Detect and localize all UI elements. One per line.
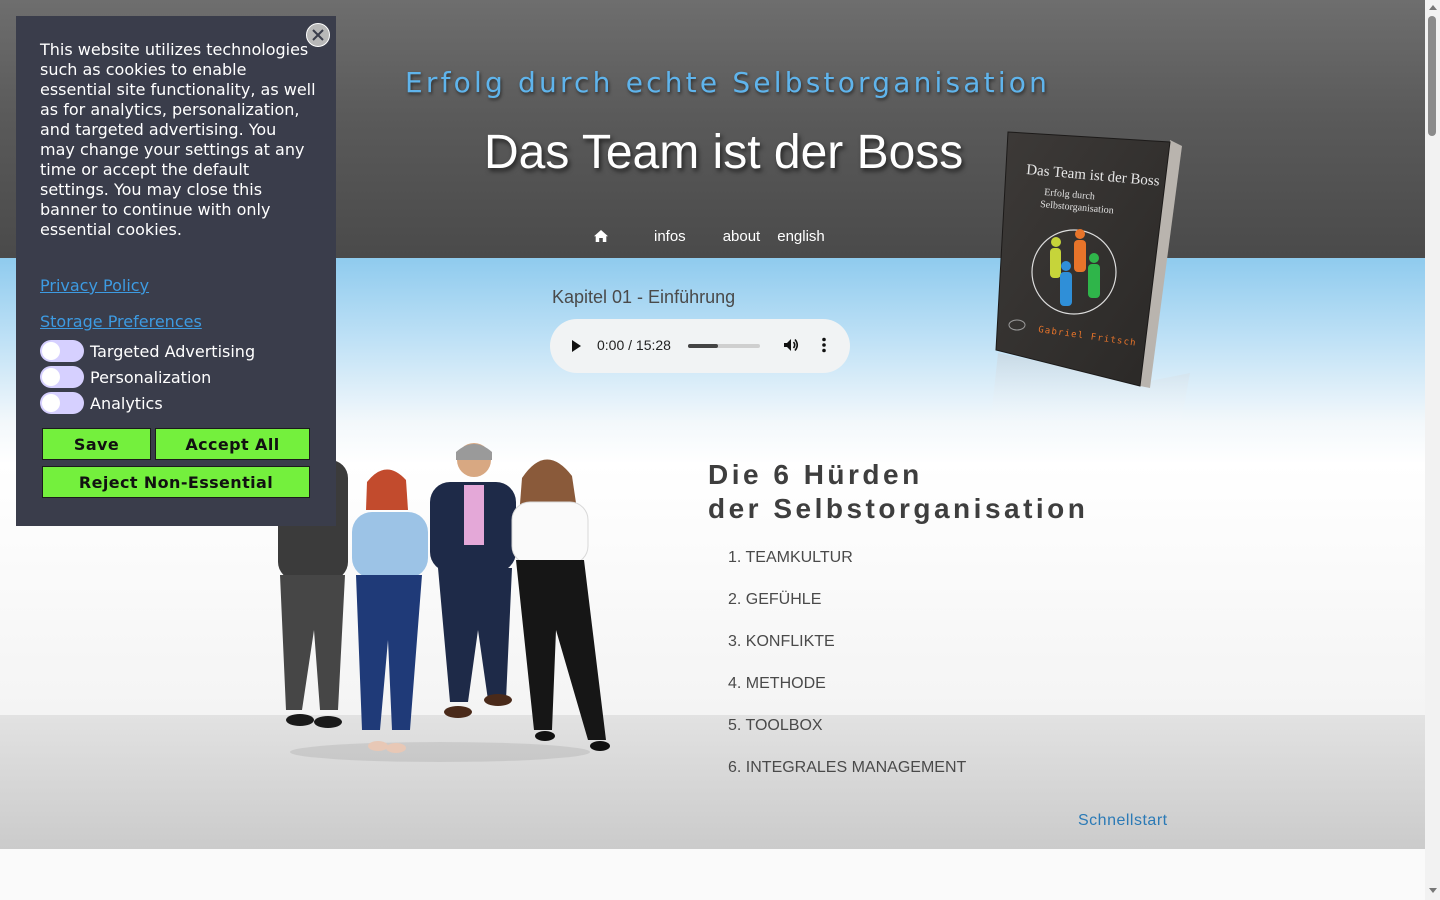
toggle-knob xyxy=(42,368,60,386)
audio-volume-fill xyxy=(688,344,719,348)
cookie-consent-banner: This website utilizes technologies such … xyxy=(16,16,336,526)
main-navigation: infos about english xyxy=(585,222,825,250)
quickstart-link[interactable]: Schnellstart xyxy=(1078,812,1168,830)
hurdles-list: 1. TEAMKULTUR 2. GEFÜHLE 3. KONFLIKTE 4.… xyxy=(728,546,966,798)
book-cover-image: Das Team ist der Boss Erfolg durch Selbs… xyxy=(990,128,1200,428)
analytics-toggle[interactable] xyxy=(40,392,84,414)
hurdles-heading-line2: der Selbstorganisation xyxy=(708,493,1089,524)
toggle-row-analytics: Analytics xyxy=(40,392,163,414)
toggle-knob xyxy=(42,342,60,360)
toggle-row-targeted-advertising: Targeted Advertising xyxy=(40,340,255,362)
storage-preferences-link[interactable]: Storage Preferences xyxy=(40,312,202,331)
hurdles-heading: Die 6 Hürden der Selbstorganisation xyxy=(708,458,1088,526)
toggle-knob xyxy=(42,394,60,412)
content-band xyxy=(0,715,1425,849)
save-button[interactable]: Save xyxy=(42,428,151,460)
home-icon[interactable] xyxy=(585,224,617,248)
scroll-up-icon[interactable] xyxy=(1429,5,1437,10)
targeted-advertising-toggle[interactable] xyxy=(40,340,84,362)
nav-link-infos[interactable]: infos xyxy=(654,228,686,245)
toggle-label: Personalization xyxy=(90,367,212,387)
nav-link-about[interactable]: about xyxy=(723,228,761,245)
list-item: 1. TEAMKULTUR xyxy=(728,549,853,566)
privacy-policy-link[interactable]: Privacy Policy xyxy=(40,276,149,295)
list-item: 4. METHODE xyxy=(728,675,826,692)
audio-player[interactable]: 0:00 / 15:28 xyxy=(550,319,850,373)
toggle-row-personalization: Personalization xyxy=(40,366,211,388)
audio-progress-slider[interactable] xyxy=(688,344,760,348)
scroll-down-icon[interactable] xyxy=(1429,888,1437,893)
list-item: 3. KONFLIKTE xyxy=(728,633,835,650)
list-item: 2. GEFÜHLE xyxy=(728,591,822,608)
audio-chapter-title: Kapitel 01 - Einführung xyxy=(552,287,736,307)
list-item: 6. INTEGRALES MANAGEMENT xyxy=(728,759,967,776)
reject-non-essential-button[interactable]: Reject Non-Essential xyxy=(42,466,310,498)
toggle-label: Analytics xyxy=(90,393,163,413)
personalization-toggle[interactable] xyxy=(40,366,84,388)
cookie-banner-text: This website utilizes technologies such … xyxy=(40,40,316,239)
hurdles-heading-line1: Die 6 Hürden xyxy=(708,459,923,490)
audio-time: 0:00 / 15:28 xyxy=(597,337,671,353)
footer-area xyxy=(0,849,1425,900)
site-title: Das Team ist der Boss xyxy=(484,126,964,179)
page-scrollbar[interactable] xyxy=(1425,0,1440,900)
toggle-label: Targeted Advertising xyxy=(90,341,256,361)
accept-all-button[interactable]: Accept All xyxy=(155,428,310,460)
volume-icon[interactable] xyxy=(782,336,800,357)
site-tagline: Erfolg durch echte Selbstorganisation xyxy=(405,66,1051,99)
play-icon[interactable] xyxy=(569,338,583,357)
nav-link-english[interactable]: english xyxy=(777,228,825,245)
list-item: 5. TOOLBOX xyxy=(728,717,823,734)
more-options-icon[interactable] xyxy=(818,336,830,357)
scrollbar-thumb[interactable] xyxy=(1428,16,1436,136)
